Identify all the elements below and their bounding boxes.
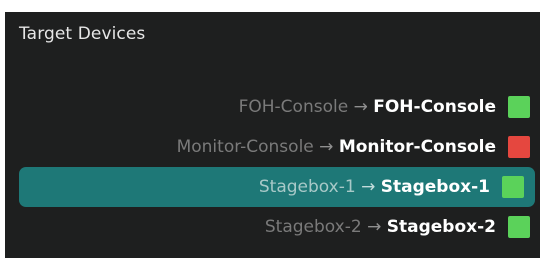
device-row-stagebox-2[interactable]: Stagebox-2 → Stagebox-2 <box>5 207 540 247</box>
target-device-label: Stagebox-1 <box>380 177 490 197</box>
target-device-label: Stagebox-2 <box>386 217 496 237</box>
status-indicator-ok <box>508 216 530 238</box>
arrow-icon: → <box>353 97 368 117</box>
source-device-label: Stagebox-1 <box>258 177 356 197</box>
source-device-label: Stagebox-2 <box>264 217 362 237</box>
source-device-label: Monitor-Console <box>176 137 314 157</box>
device-mapping: Monitor-Console → Monitor-Console <box>177 137 496 157</box>
status-indicator-ok <box>502 176 524 198</box>
device-mapping: FOH-Console → FOH-Console <box>239 97 496 117</box>
target-device-label: FOH-Console <box>373 97 496 117</box>
device-row-foh-console[interactable]: FOH-Console → FOH-Console <box>5 87 540 127</box>
status-indicator-ok <box>508 96 530 118</box>
arrow-icon: → <box>319 137 334 157</box>
device-mapping: Stagebox-2 → Stagebox-2 <box>265 217 496 237</box>
source-device-label: FOH-Console <box>238 97 349 117</box>
device-row-stagebox-1[interactable]: Stagebox-1 → Stagebox-1 <box>19 167 535 207</box>
target-device-label: Monitor-Console <box>338 137 496 157</box>
device-row-monitor-console[interactable]: Monitor-Console → Monitor-Console <box>5 127 540 167</box>
device-list: FOH-Console → FOH-Console Monitor-Consol… <box>5 87 540 247</box>
panel-title: Target Devices <box>19 24 146 44</box>
arrow-icon: → <box>367 217 382 237</box>
device-mapping: Stagebox-1 → Stagebox-1 <box>259 177 490 197</box>
arrow-icon: → <box>361 177 376 197</box>
status-indicator-error <box>508 136 530 158</box>
target-devices-panel: Target Devices FOH-Console → FOH-Console… <box>5 12 540 258</box>
